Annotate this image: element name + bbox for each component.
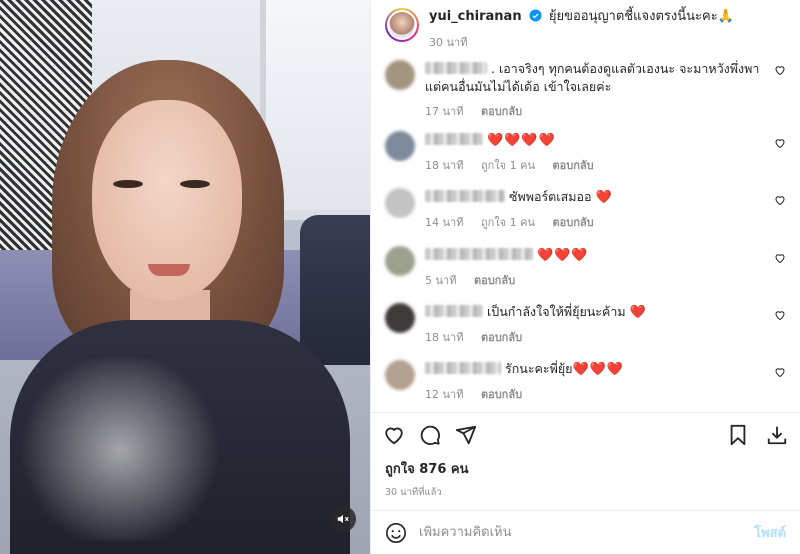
post-panel: yui_chiranan ยุ้ยขออนุญาตชี้แจงตรงนี้นะค…	[370, 0, 800, 554]
comment-meta: 12 นาที ตอบกลับ	[425, 385, 760, 403]
comment-hearts: ❤️❤️❤️	[572, 362, 625, 377]
commenter-avatar[interactable]	[385, 246, 415, 276]
comment-item: ซัพพอร์ตเสมออ ❤️ 14 นาที ถูกใจ 1 คน ตอบก…	[385, 170, 786, 229]
comment-input[interactable]	[419, 525, 755, 540]
author-username[interactable]: yui_chiranan	[429, 9, 522, 24]
commenter-name-blurred[interactable]	[425, 62, 487, 74]
comment-like-icon[interactable]	[774, 64, 786, 76]
share-paper-plane-icon[interactable]	[455, 424, 477, 446]
commenter-avatar[interactable]	[385, 131, 415, 161]
post-time[interactable]: 30 นาที	[429, 33, 734, 51]
commenter-name-blurred[interactable]	[425, 133, 483, 145]
comment-hearts: ❤️❤️❤️❤️	[487, 133, 556, 148]
commenter-name-blurred[interactable]	[425, 362, 501, 374]
comment-item: รักนะคะพี่ยุ้ย❤️❤️❤️ 12 นาที ตอบกลับ	[385, 342, 786, 401]
comment-bubble-icon[interactable]	[419, 424, 441, 446]
comment-item: . เอาจริงๆ ทุกคนต้องดูแลตัวเองนะ จะมาหวั…	[385, 58, 786, 118]
author-avatar[interactable]	[385, 8, 419, 42]
comment-text: เป็นกำลังใจให้พี่ยุ้ยนะค้าม	[487, 304, 626, 319]
speaker-muted-icon	[337, 514, 349, 524]
post-header: yui_chiranan ยุ้ยขออนุญาตชี้แจงตรงนี้นะค…	[371, 0, 800, 58]
commenter-avatar[interactable]	[385, 303, 415, 333]
emoji-smiley-icon[interactable]	[385, 522, 407, 544]
blurred-area	[10, 360, 230, 540]
comment-time[interactable]: 12 นาที	[425, 388, 463, 401]
comment-item: เป็นกำลังใจให้พี่ยุ้ยนะค้าม ❤️ 18 นาที ต…	[385, 285, 786, 344]
commenter-name-blurred[interactable]	[425, 190, 505, 202]
comment-item: ❤️❤️❤️ 5 นาที ตอบกลับ	[385, 228, 786, 287]
video-player[interactable]	[0, 0, 370, 554]
reply-button[interactable]: ตอบกลับ	[481, 388, 522, 401]
person-eye-right	[180, 180, 210, 188]
comment-hearts: ❤️	[629, 305, 647, 320]
commenter-avatar[interactable]	[385, 360, 415, 390]
person-mouth	[148, 264, 190, 276]
verified-badge-icon	[529, 9, 542, 22]
download-icon[interactable]	[766, 424, 788, 446]
comment-hearts: ❤️	[595, 190, 613, 205]
post-comment-button[interactable]: โพสต์	[754, 522, 786, 543]
comment-like-icon[interactable]	[774, 309, 786, 321]
comment-list[interactable]: . เอาจริงๆ ทุกคนต้องดูแลตัวเองนะ จะมาหวั…	[371, 58, 800, 412]
background-chair	[300, 215, 370, 365]
post-age[interactable]: 30 นาทีที่แล้ว	[371, 479, 800, 510]
comment-like-icon[interactable]	[774, 252, 786, 264]
comment-text-line: รักนะคะพี่ยุ้ย❤️❤️❤️	[425, 360, 760, 379]
comment-text-line: . เอาจริงๆ ทุกคนต้องดูแลตัวเองนะ จะมาหวั…	[425, 60, 760, 96]
comment-like-icon[interactable]	[774, 137, 786, 149]
comment-text-line: ❤️❤️❤️❤️	[425, 131, 760, 150]
comment-like-icon[interactable]	[774, 366, 786, 378]
commenter-name-blurred[interactable]	[425, 248, 533, 260]
commenter-avatar[interactable]	[385, 188, 415, 218]
comment-hearts: ❤️❤️❤️	[537, 248, 589, 263]
post-caption: ยุ้ยขออนุญาตชี้แจงตรงนี้นะคะ🙏	[548, 9, 734, 24]
bookmark-icon[interactable]	[728, 424, 748, 446]
add-comment-bar: โพสต์	[371, 510, 800, 554]
post-action-bar	[371, 412, 800, 456]
comment-text-line: ซัพพอร์ตเสมออ ❤️	[425, 188, 760, 207]
person-eye-left	[113, 180, 143, 188]
commenter-avatar[interactable]	[385, 60, 415, 90]
comment-item: ❤️❤️❤️❤️ 18 นาที ถูกใจ 1 คน ตอบกลับ	[385, 113, 786, 172]
comment-text-line: ❤️❤️❤️	[425, 246, 760, 265]
like-heart-icon[interactable]	[383, 424, 405, 446]
comment-like-icon[interactable]	[774, 194, 786, 206]
comment-text-line: เป็นกำลังใจให้พี่ยุ้ยนะค้าม ❤️	[425, 303, 760, 322]
comment-text: รักนะคะพี่ยุ้ย	[505, 361, 573, 376]
comment-text: ซัพพอร์ตเสมออ	[509, 189, 592, 204]
mute-button[interactable]	[330, 506, 356, 532]
like-count[interactable]: ถูกใจ 876 คน	[371, 456, 800, 479]
commenter-name-blurred[interactable]	[425, 305, 483, 317]
